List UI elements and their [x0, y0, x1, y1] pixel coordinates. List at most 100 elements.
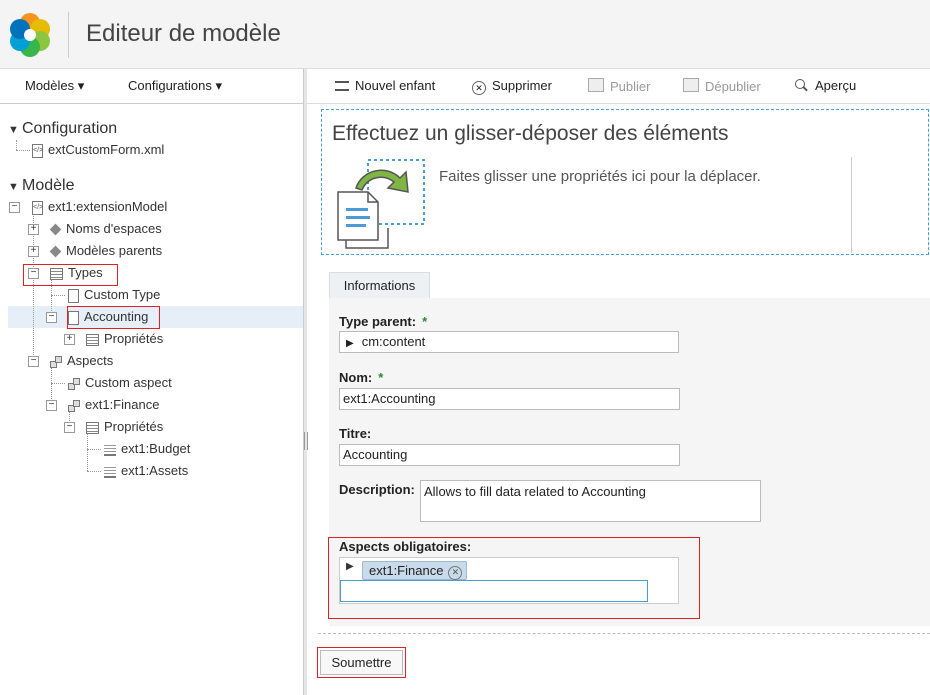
expand-toggle[interactable]: +	[28, 246, 39, 257]
description-textarea[interactable]: Allows to fill data related to Accountin…	[420, 480, 761, 522]
collapse-toggle[interactable]: −	[28, 356, 39, 367]
collapse-toggle[interactable]: −	[46, 400, 57, 411]
submit-button[interactable]: Soumettre	[320, 650, 403, 675]
list-icon	[50, 267, 63, 280]
chip-label: ext1:Finance	[369, 563, 444, 578]
button-label: Aperçu	[815, 78, 857, 93]
tree-node-label: Propriétés	[104, 331, 164, 346]
button-label: Supprimer	[492, 78, 552, 93]
configuration-title: Configuration	[22, 120, 118, 137]
document-icon	[68, 288, 79, 303]
tree-node-label: Noms d'espaces	[66, 221, 162, 236]
unpublish-icon	[683, 78, 699, 92]
header-divider	[68, 12, 69, 58]
parent-type-select[interactable]: ▶ cm:content	[339, 331, 679, 353]
expand-triangle-icon: ▶	[346, 561, 354, 572]
expand-triangle-icon: ▼	[8, 181, 19, 193]
tree-node-label: extCustomForm.xml	[48, 142, 165, 157]
document-icon	[68, 310, 79, 325]
tree-node-namespaces[interactable]: Noms d'espaces	[49, 219, 162, 239]
drag-drop-zone[interactable]: Effectuez un glisser-déposer des élément…	[321, 109, 929, 255]
collapse-toggle[interactable]: −	[46, 312, 57, 323]
parent-type-label: Type parent: *	[339, 314, 427, 329]
required-marker: *	[422, 314, 428, 329]
tree-node-custom-type[interactable]: Custom Type	[68, 285, 160, 305]
new-child-button[interactable]: Nouvel enfant	[335, 78, 435, 93]
title-label: Titre:	[339, 426, 372, 441]
remove-chip-icon[interactable]: ✕	[448, 566, 463, 580]
button-label: Publier	[610, 79, 651, 94]
properties-icon	[86, 333, 99, 346]
form-footer-divider	[318, 633, 930, 634]
tree-node-config-file[interactable]: </> extCustomForm.xml	[32, 140, 164, 160]
aspect-search-input[interactable]	[340, 580, 648, 602]
title-input[interactable]: Accounting	[339, 444, 680, 466]
tree-node-label: Types	[68, 265, 103, 280]
configuration-section[interactable]: ▼ Configuration	[8, 120, 117, 138]
splitter-grip[interactable]	[304, 432, 308, 450]
tree-node-label: ext1:Assets	[121, 463, 189, 478]
tree-node-label: Custom Type	[84, 287, 161, 302]
aspect-chip: ext1:Finance ✕	[362, 561, 468, 580]
tree-node-label: Accounting	[84, 309, 149, 324]
delete-button[interactable]: ✕ Supprimer	[472, 78, 552, 95]
properties-icon	[86, 421, 99, 434]
tree-node-types[interactable]: Types	[50, 263, 103, 283]
tree-node-budget[interactable]: ext1:Budget	[104, 439, 190, 459]
aspect-icon	[50, 355, 62, 368]
editor-toolbar: Nouvel enfant ✕ Supprimer Publier Dépubli…	[307, 69, 930, 104]
tree-node-aspects[interactable]: Aspects	[50, 351, 113, 371]
expand-toggle[interactable]: +	[64, 334, 75, 345]
tag-icon	[49, 245, 62, 258]
tree-node-label: Custom aspect	[85, 375, 172, 390]
property-icon	[104, 465, 116, 479]
expand-toggle[interactable]: +	[28, 224, 39, 235]
name-input[interactable]: ext1:Accounting	[339, 388, 680, 410]
preview-button[interactable]: Aperçu	[795, 78, 856, 93]
tree-connector	[87, 434, 88, 471]
tree-node-label: ext1:Finance	[85, 397, 160, 412]
unpublish-button[interactable]: Dépublier	[683, 78, 761, 94]
tree-node-label: ext1:extensionModel	[48, 199, 168, 214]
tree-node-assets[interactable]: ext1:Assets	[104, 461, 188, 481]
xml-file-icon: </>	[32, 143, 43, 158]
collapse-toggle[interactable]: −	[28, 268, 39, 279]
xml-file-icon: </>	[32, 200, 43, 215]
model-section[interactable]: ▼ Modèle	[8, 177, 74, 195]
alfresco-logo	[10, 13, 50, 57]
configurations-menu[interactable]: Configurations ▾	[128, 78, 222, 94]
tree-node-extension-model[interactable]: </> ext1:extensionModel	[32, 197, 167, 217]
tab-informations[interactable]: Informations	[329, 272, 430, 299]
tree-connector	[87, 449, 101, 450]
tree-node-accounting-properties[interactable]: Propriétés	[86, 329, 163, 349]
tree-node-accounting[interactable]: Accounting	[68, 307, 148, 327]
publish-button[interactable]: Publier	[588, 78, 650, 94]
models-menu[interactable]: Modèles ▾	[25, 78, 84, 94]
magnifier-icon	[795, 79, 809, 92]
button-label: Dépublier	[705, 79, 761, 94]
dropzone-divider	[851, 157, 852, 253]
tree-connector	[51, 295, 65, 296]
tree-node-finance[interactable]: ext1:Finance	[68, 395, 159, 415]
page-title: Editeur de modèle	[86, 20, 281, 47]
tree-connector	[16, 140, 17, 150]
tree-node-label: Propriétés	[104, 419, 164, 434]
app-header: Editeur de modèle	[0, 0, 930, 69]
tree-node-custom-aspect[interactable]: Custom aspect	[68, 373, 172, 393]
label-text: Nom:	[339, 370, 373, 385]
delete-icon: ✕	[472, 81, 486, 95]
required-marker: *	[378, 370, 384, 385]
tree-node-parent-models[interactable]: Modèles parents	[49, 241, 163, 261]
tree-node-label: Aspects	[67, 353, 114, 368]
tree-connector	[51, 383, 65, 384]
tree-node-label: Modèles parents	[66, 243, 163, 258]
publish-icon	[588, 78, 604, 92]
dropzone-title: Effectuez un glisser-déposer des élément…	[332, 122, 729, 145]
expand-triangle-icon: ▶	[346, 338, 354, 349]
panel-splitter[interactable]	[303, 69, 307, 695]
tag-icon	[49, 223, 62, 236]
collapse-toggle[interactable]: −	[64, 422, 75, 433]
tree-node-finance-properties[interactable]: Propriétés	[86, 417, 163, 437]
button-label: Nouvel enfant	[355, 78, 436, 93]
collapse-toggle[interactable]: −	[9, 202, 20, 213]
